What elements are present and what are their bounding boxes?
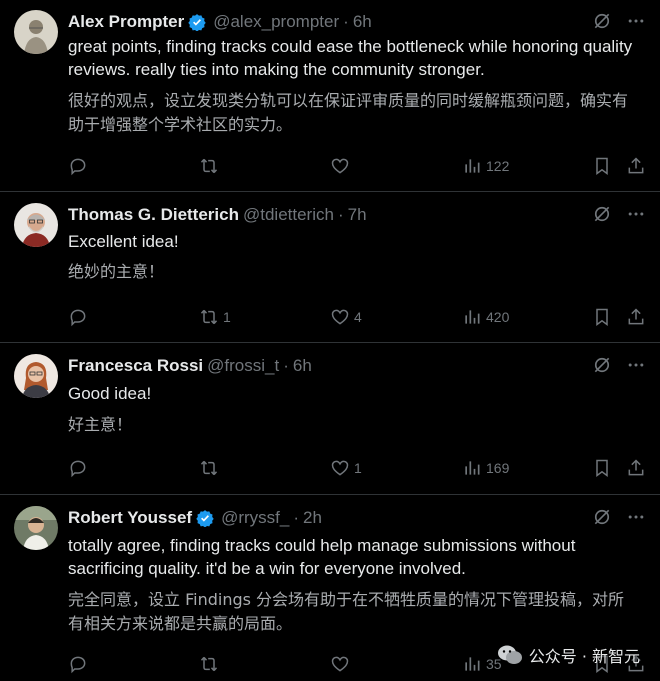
tweet-translation: 好主意！	[68, 415, 133, 434]
share-button[interactable]	[626, 458, 646, 478]
more-icon[interactable]	[626, 204, 646, 224]
retweet-button[interactable]	[199, 654, 223, 674]
views-icon	[465, 310, 480, 324]
separator-dot: ·	[337, 205, 344, 224]
reply-button[interactable]	[68, 156, 92, 176]
separator-dot: ·	[343, 12, 349, 31]
retweet-icon	[200, 309, 218, 325]
retweet-icon	[200, 460, 218, 476]
avatar[interactable]	[14, 506, 58, 550]
views-button[interactable]: 420	[462, 307, 509, 327]
retweet-button[interactable]: 1	[199, 307, 231, 327]
retweet-icon	[200, 656, 218, 672]
like-icon	[331, 656, 349, 672]
share-button[interactable]	[626, 307, 646, 327]
separator-dot: ·	[283, 356, 289, 375]
reply-button[interactable]	[68, 458, 92, 478]
timestamp[interactable]: 6h	[293, 356, 312, 376]
avatar[interactable]	[14, 354, 58, 398]
bookmark-button[interactable]	[592, 156, 612, 176]
avatar[interactable]	[14, 10, 58, 54]
share-button[interactable]	[626, 156, 646, 176]
author-handle[interactable]: @rryssf_	[221, 508, 289, 528]
tweet-text: Good idea!	[68, 384, 152, 403]
author-handle[interactable]: @tdietterich	[243, 205, 334, 225]
like-icon	[331, 158, 349, 174]
reply-icon	[70, 656, 86, 674]
like-button[interactable]	[330, 654, 354, 674]
grok-icon[interactable]	[592, 355, 612, 375]
avatar[interactable]	[14, 203, 58, 247]
verified-icon	[196, 510, 214, 527]
share-icon	[628, 157, 644, 174]
views-icon	[465, 461, 480, 475]
watermark: 公众号 · 新智元	[497, 643, 640, 667]
author-handle[interactable]: @alex_prompter	[213, 12, 339, 32]
tweet[interactable]: Thomas G. Dietterich @tdietterich · 7h E…	[0, 193, 660, 343]
timestamp[interactable]: 7h	[348, 205, 367, 225]
like-icon	[331, 309, 349, 325]
retweet-button[interactable]	[199, 156, 223, 176]
share-icon	[628, 459, 644, 476]
author-name[interactable]: Robert Youssef	[68, 508, 192, 528]
bookmark-icon	[596, 459, 608, 477]
bookmark-button[interactable]	[592, 307, 612, 327]
like-button[interactable]: 4	[330, 307, 362, 327]
grok-icon[interactable]	[592, 507, 612, 527]
like-button[interactable]: 1	[330, 458, 362, 478]
bookmark-icon	[596, 157, 608, 175]
views-button[interactable]: 35	[462, 654, 502, 674]
reply-button[interactable]	[68, 307, 92, 327]
view-count: 420	[486, 309, 510, 325]
tweet-translation: 很好的观点，设立发现类分轨可以在保证评审质量的同时缓解瓶颈问题，确实有助于增强整…	[68, 91, 629, 134]
tweet-text: Excellent idea!	[68, 232, 179, 251]
author-name[interactable]: Thomas G. Dietterich	[68, 205, 239, 225]
views-button[interactable]: 122	[462, 156, 509, 176]
views-button[interactable]: 169	[462, 458, 509, 478]
share-icon	[628, 308, 644, 325]
bookmark-icon	[596, 308, 608, 326]
reply-button[interactable]	[68, 654, 92, 674]
timestamp[interactable]: 6h	[353, 12, 372, 32]
like-icon	[331, 460, 349, 476]
bookmark-button[interactable]	[592, 458, 612, 478]
view-count: 169	[486, 460, 510, 476]
grok-icon[interactable]	[592, 11, 612, 31]
more-icon[interactable]	[626, 355, 646, 375]
author-handle[interactable]: @frossi_t	[207, 356, 279, 376]
tweet-translation: 完全同意，设立 Findings 分会场有助于在不牺牲质量的情况下管理投稿，对所…	[68, 590, 625, 633]
wechat-icon	[497, 645, 522, 664]
reply-icon	[70, 309, 86, 327]
author-name[interactable]: Francesca Rossi	[68, 356, 203, 376]
tweet[interactable]: Alex Prompter @alex_prompter · 6h great …	[0, 0, 660, 192]
tweet-text: great points, finding tracks could ease …	[68, 37, 633, 79]
tweet-text: totally agree, finding tracks could help…	[68, 536, 576, 578]
grok-icon[interactable]	[592, 204, 612, 224]
timestamp[interactable]: 2h	[303, 508, 322, 528]
more-icon[interactable]	[626, 11, 646, 31]
like-count: 4	[354, 309, 362, 325]
reply-icon	[70, 158, 86, 176]
tweet[interactable]: Francesca Rossi @frossi_t · 6h Good idea…	[0, 344, 660, 495]
separator-dot: ·	[293, 508, 300, 527]
tweet-translation: 绝妙的主意！	[68, 262, 165, 281]
views-icon	[465, 657, 480, 671]
view-count: 122	[486, 158, 510, 174]
reply-icon	[70, 460, 86, 478]
verified-icon	[188, 14, 206, 31]
more-icon[interactable]	[626, 507, 646, 527]
retweet-icon	[200, 158, 218, 174]
like-count: 1	[354, 460, 362, 476]
author-name[interactable]: Alex Prompter	[68, 12, 184, 32]
watermark-text: 公众号 · 新智元	[528, 647, 640, 666]
retweet-count: 1	[223, 309, 231, 325]
retweet-button[interactable]	[199, 458, 223, 478]
views-icon	[465, 159, 480, 173]
like-button[interactable]	[330, 156, 354, 176]
